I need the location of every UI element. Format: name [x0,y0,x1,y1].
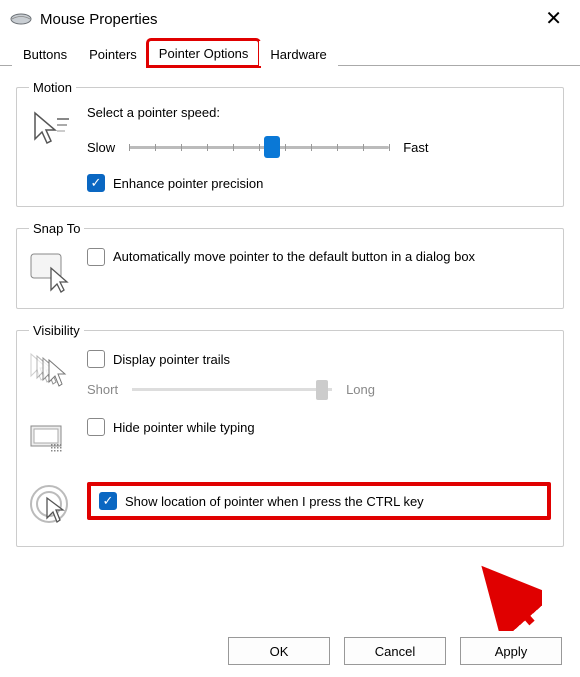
dialog-buttons: OK Cancel Apply [228,637,562,665]
enhance-precision-label: Enhance pointer precision [113,176,263,191]
display-trails-checkbox[interactable] [87,350,105,368]
group-motion: Motion Select a pointer speed: Slow [16,80,564,207]
show-ctrl-checkbox[interactable]: ✓ [99,492,117,510]
speed-slider[interactable] [129,136,389,158]
trail-short-label: Short [87,382,118,397]
tab-pointers[interactable]: Pointers [78,41,148,66]
show-ctrl-highlight: ✓ Show location of pointer when I press … [87,482,551,520]
speed-slider-thumb[interactable] [264,136,280,158]
auto-move-checkbox[interactable] [87,248,105,266]
speed-label: Select a pointer speed: [87,105,551,120]
hide-typing-checkbox[interactable] [87,418,105,436]
display-trails-label: Display pointer trails [113,352,230,367]
tab-strip: Buttons Pointers Pointer Options Hardwar… [0,36,580,66]
snap-to-icon [29,250,73,294]
mouse-icon [10,12,32,26]
snap-to-legend: Snap To [29,221,84,236]
content-area: Motion Select a pointer speed: Slow [0,66,580,565]
apply-button[interactable]: Apply [460,637,562,665]
speed-slow-label: Slow [87,140,115,155]
trail-slider [132,378,332,400]
cursor-speed-icon [29,109,73,153]
ok-button[interactable]: OK [228,637,330,665]
group-snap-to: Snap To Automatically move pointer to th… [16,221,564,309]
cancel-button[interactable]: Cancel [344,637,446,665]
show-ctrl-label: Show location of pointer when I press th… [125,494,424,509]
visibility-legend: Visibility [29,323,84,338]
hide-typing-label: Hide pointer while typing [113,420,255,435]
group-visibility: Visibility Display pointer trails Short [16,323,564,547]
tab-pointer-options[interactable]: Pointer Options [148,40,260,66]
tab-buttons[interactable]: Buttons [12,41,78,66]
enhance-precision-checkbox[interactable]: ✓ [87,174,105,192]
hide-typing-icon [29,420,73,464]
tab-hardware[interactable]: Hardware [259,41,337,66]
titlebar: Mouse Properties ✕ [0,0,580,36]
close-button[interactable]: ✕ [537,5,570,33]
speed-fast-label: Fast [403,140,428,155]
pointer-trails-icon [29,352,73,396]
auto-move-label: Automatically move pointer to the defaul… [113,248,475,266]
motion-legend: Motion [29,80,76,95]
trail-long-label: Long [346,382,375,397]
trail-slider-thumb [316,380,328,400]
annotation-arrow [472,561,542,631]
ctrl-locate-icon [29,484,73,528]
window-title: Mouse Properties [40,11,537,28]
